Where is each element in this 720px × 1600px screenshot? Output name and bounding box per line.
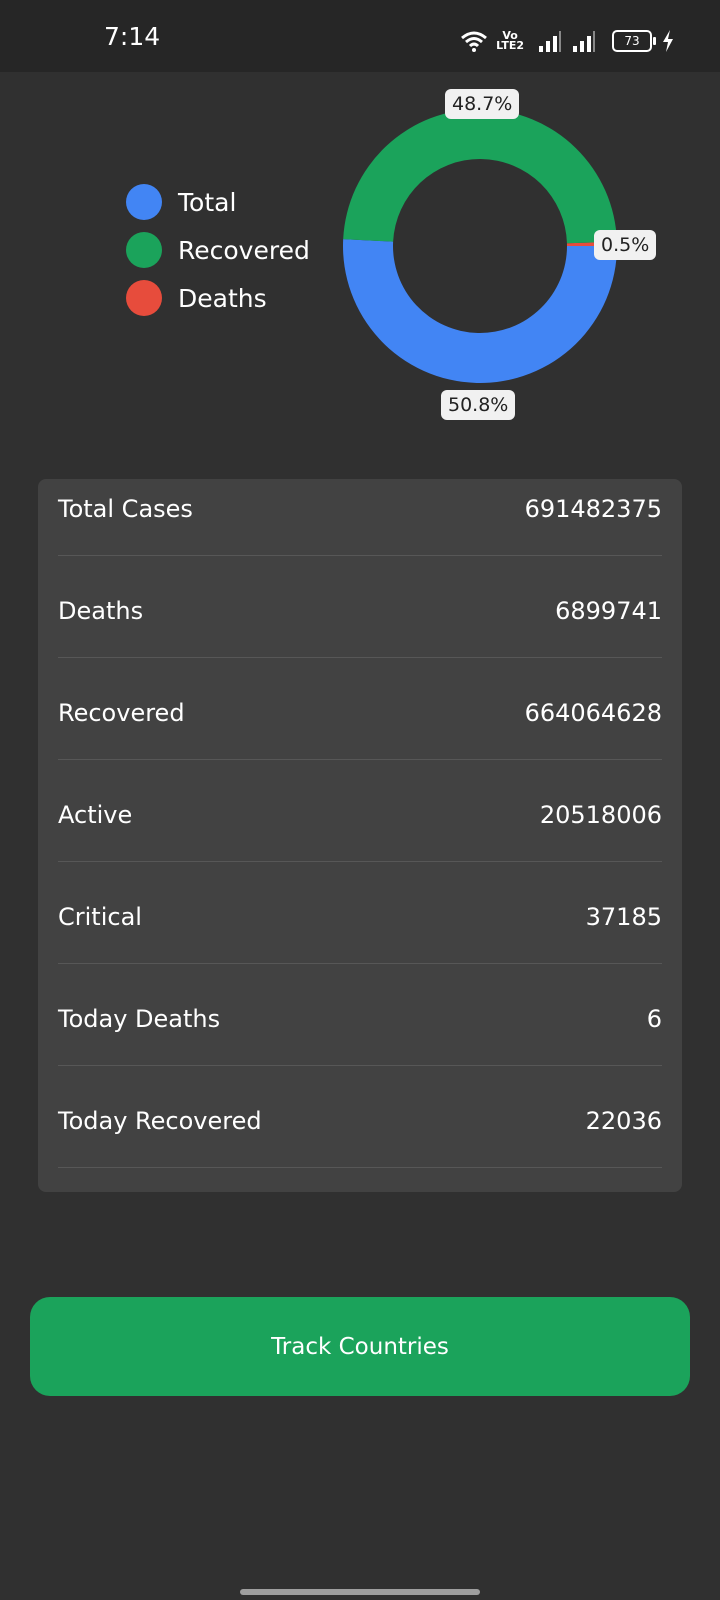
slice-recovered [343,108,617,244]
track-countries-button[interactable]: Track Countries [30,1297,690,1396]
chart-legend: Total Recovered Deaths [126,178,310,322]
stat-value: 6899741 [555,597,662,625]
stats-card: Total Cases 691482375 Deaths 6899741 Rec… [38,479,682,1192]
home-indicator[interactable] [240,1589,480,1595]
signal-icon [539,31,561,52]
stat-label: Active [58,801,133,829]
stat-label: Deaths [58,597,144,625]
stat-value: 20518006 [539,801,662,829]
legend-item-deaths: Deaths [126,274,310,322]
stat-row-deaths: Deaths 6899741 [58,581,662,658]
legend-label: Recovered [178,235,310,265]
signal-icon [573,31,595,52]
stat-row-active: Active 20518006 [58,785,662,862]
volte-indicator: Vo LTE2 [496,29,524,52]
legend-dot [126,280,162,316]
legend-item-recovered: Recovered [126,226,310,274]
status-icons: Vo LTE2 73 [460,30,674,52]
legend-label: Deaths [178,283,267,313]
status-time: 7:14 [104,22,161,51]
status-bar: 7:14 Vo LTE2 73 [0,0,720,72]
stat-value: 6 [646,1005,662,1033]
donut-chart [343,108,617,383]
legend-dot [126,232,162,268]
stat-value: 691482375 [524,495,662,523]
stat-value: 37185 [585,903,662,931]
stat-row-recovered: Recovered 664064628 [58,683,662,760]
stat-row-today-deaths: Today Deaths 6 [58,989,662,1066]
battery-icon: 73 [612,30,656,52]
stat-label: Total Cases [58,495,193,523]
stat-value: 664064628 [524,699,662,727]
legend-dot [126,184,162,220]
legend-label: Total [178,187,237,217]
stat-label: Today Recovered [58,1107,262,1135]
stat-label: Critical [58,903,142,931]
charging-icon [663,30,673,52]
stat-row-today-recovered: Today Recovered 22036 [58,1091,662,1168]
slice-label-recovered: 48.7% [445,89,520,119]
stat-label: Today Deaths [58,1005,221,1033]
slice-label-total: 50.8% [441,390,516,420]
wifi-icon [461,31,488,52]
legend-item-total: Total [126,178,310,226]
stat-row-critical: Critical 37185 [58,887,662,964]
stat-label: Recovered [58,699,185,727]
slice-total [343,239,617,383]
stat-row-total-cases: Total Cases 691482375 [58,479,662,556]
stat-value: 22036 [585,1107,662,1135]
slice-label-deaths: 0.5% [594,230,657,260]
